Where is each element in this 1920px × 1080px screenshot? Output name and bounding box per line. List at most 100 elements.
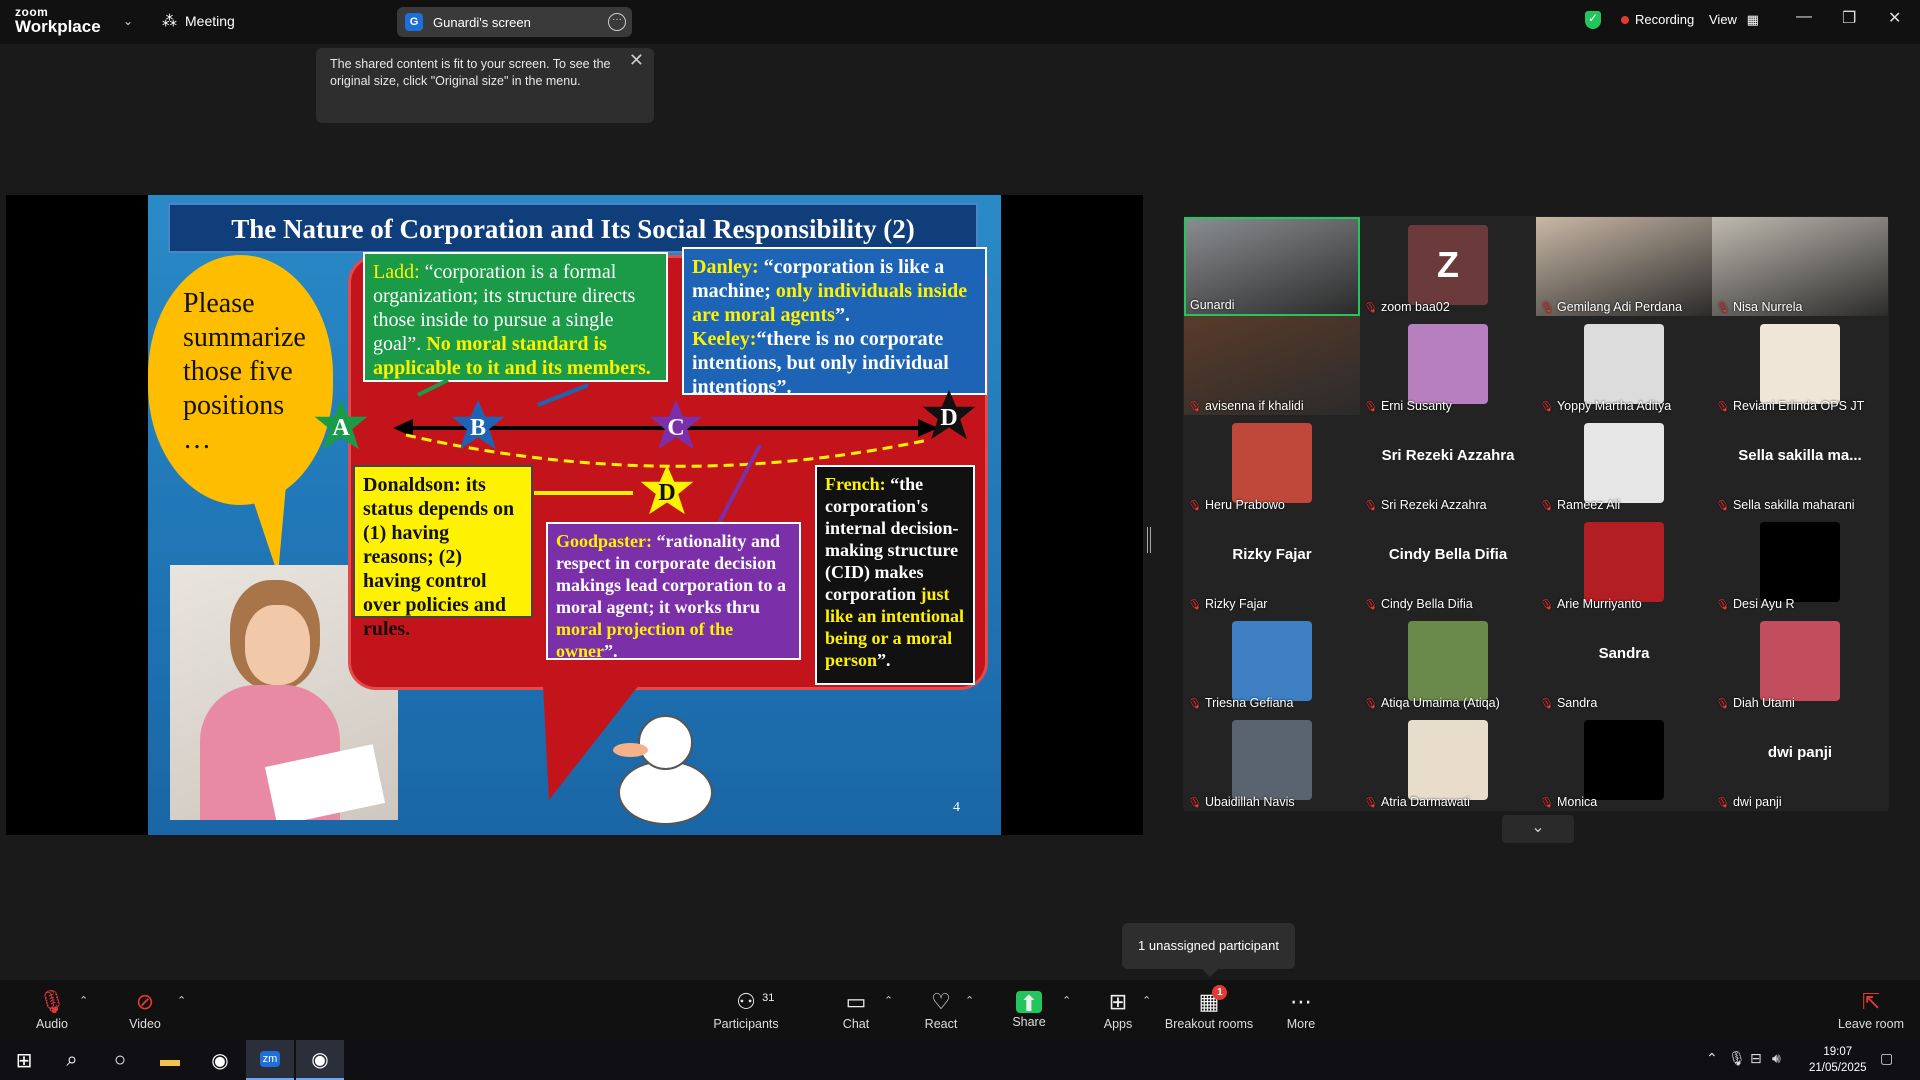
goodpaster-box: Goodpaster: “rationality and respect in … — [546, 522, 801, 661]
meeting-icon: ⁂ — [162, 13, 177, 30]
chrome-icon[interactable]: ◉ — [196, 1040, 244, 1080]
muted-microphone-icon: 🎙︎ — [1538, 695, 1556, 712]
participant-name-label: 🎙︎ Erni Susanty — [1363, 399, 1452, 414]
grid-view-icon: ▦ — [1746, 12, 1759, 27]
participant-name: Sella sakilla maharani — [1732, 498, 1855, 512]
scroll-down-chevron-icon[interactable]: ⌄ — [1502, 815, 1574, 843]
maximize-icon[interactable]: ❐ — [1842, 8, 1856, 28]
close-icon[interactable]: ✕ — [1888, 8, 1901, 28]
leave-room-button[interactable]: ⇱ Leave room — [1836, 980, 1906, 1040]
muted-microphone-icon: 🎙︎ — [1186, 497, 1204, 514]
participant-name-label: Gunardi — [1190, 298, 1234, 312]
participant-tile[interactable]: 🎙︎ Diah Utami — [1712, 613, 1888, 712]
participant-name-label: 🎙︎ Rizky Fajar — [1186, 596, 1268, 613]
apps-options-caret-icon[interactable]: ⌃ — [1142, 994, 1151, 1007]
more-button[interactable]: ⋯ More — [1278, 980, 1324, 1040]
react-options-caret-icon[interactable]: ⌃ — [965, 994, 974, 1007]
panel-resize-handle[interactable] — [1147, 527, 1151, 553]
participant-name: Triesna Gefiana — [1204, 696, 1294, 710]
meeting-toolbar: 🎙︎ Audio ⌃ ⊘ Video ⌃ ⚇ 31 Participants ▭ … — [0, 980, 1920, 1040]
participant-tile[interactable]: 🎙︎ Ubaidillah Navis — [1184, 712, 1360, 811]
participant-tile[interactable]: Z 🎙︎ zoom baa02 — [1360, 217, 1536, 316]
participant-tile[interactable]: 🎙︎ Rameez Ali — [1536, 415, 1712, 514]
close-tooltip-icon[interactable]: ✕ — [629, 51, 644, 69]
audio-options-caret-icon[interactable]: ⌃ — [79, 994, 88, 1007]
video-button[interactable]: ⊘ Video — [120, 980, 170, 1040]
share-screen-icon: ⬆ — [1016, 991, 1042, 1016]
task-view-icon[interactable]: ○ — [96, 1040, 144, 1080]
minimize-icon[interactable]: — — [1796, 8, 1812, 26]
participant-tile[interactable]: 🎙︎ Reviani Erlinda OPS JT — [1712, 316, 1888, 415]
participant-tile[interactable]: Sandra 🎙︎ Sandra — [1536, 613, 1712, 712]
participant-tile[interactable]: 🎙︎ Atiqa Umaima (Atiqa) — [1360, 613, 1536, 712]
participant-tile[interactable]: Sella sakilla ma... 🎙︎ Sella sakilla mahar… — [1712, 415, 1888, 514]
participant-tile[interactable]: 🎙︎ Nisa Nurrela — [1712, 217, 1888, 316]
react-button[interactable]: ♡ React — [918, 980, 964, 1040]
participant-tile[interactable]: Cindy Bella Difia 🎙︎ Cindy Bella Difia — [1360, 514, 1536, 613]
audio-label: Audio — [36, 1017, 68, 1031]
zoom-app-icon[interactable]: zm — [246, 1040, 294, 1080]
chevron-down-icon[interactable]: ⌄ — [123, 14, 133, 28]
participant-gallery: Gunardi Z 🎙︎ zoom baa02 🎙︎ Gemilang Adi Perda… — [1183, 216, 1889, 811]
chat-button[interactable]: ▭ Chat — [833, 980, 879, 1040]
meeting-menu[interactable]: ⁂ Meeting — [162, 12, 235, 30]
participant-avatar — [1760, 522, 1840, 602]
muted-microphone-icon: 🎙︎ — [1714, 695, 1732, 712]
share-options-caret-icon[interactable]: ⌃ — [1062, 994, 1071, 1007]
share-button[interactable]: ⬆ Share — [1006, 980, 1052, 1040]
participant-name: Diah Utami — [1732, 696, 1795, 710]
show-hidden-icons-chevron[interactable]: ⌃ — [1706, 1050, 1718, 1067]
more-options-icon[interactable]: ··· — [608, 13, 626, 31]
participant-avatar — [1408, 324, 1488, 404]
notifications-icon[interactable]: ▢ — [1880, 1050, 1893, 1067]
participant-tile[interactable]: 🎙︎ Arie Murriyanto — [1536, 514, 1712, 613]
audio-button[interactable]: 🎙︎ Audio — [27, 980, 77, 1040]
participant-tile[interactable]: 🎙︎ Erni Susanty — [1360, 316, 1536, 415]
participant-avatar — [1232, 720, 1312, 800]
muted-microphone-icon: 🎙︎ — [1362, 596, 1380, 613]
participant-tile[interactable]: 🎙︎ Atria Darmawati — [1360, 712, 1536, 811]
participant-tile[interactable]: dwi panji 🎙︎ dwi panji — [1712, 712, 1888, 811]
participant-tile[interactable]: 🎙︎ Monica — [1536, 712, 1712, 811]
apps-button[interactable]: ⊞ Apps — [1095, 980, 1141, 1040]
participant-tile[interactable]: Sri Rezeki Azzahra 🎙︎ Sri Rezeki Azzahra — [1360, 415, 1536, 514]
muted-microphone-icon: 🎙︎ — [1362, 794, 1380, 811]
participant-tile[interactable]: 🎙︎ Yoppy Martha Aditya — [1536, 316, 1712, 415]
participant-tile[interactable]: Rizky Fajar 🎙︎ Rizky Fajar — [1184, 514, 1360, 613]
encryption-shield-icon[interactable] — [1585, 11, 1601, 29]
recording-label: Recording — [1635, 12, 1695, 27]
chat-options-caret-icon[interactable]: ⌃ — [884, 994, 893, 1007]
participant-tile[interactable]: 🎙︎ Desi Ayu R — [1712, 514, 1888, 613]
microphone-tray-icon[interactable]: 🎙︎ — [1728, 1050, 1746, 1067]
participant-tile[interactable]: 🎙︎ Heru Prabowo — [1184, 415, 1360, 514]
muted-microphone-icon: 🎙︎ — [1186, 596, 1204, 613]
participant-tile[interactable]: 🎙︎ avisenna if khalidi — [1184, 316, 1360, 415]
start-windows-icon[interactable]: ⊞ — [0, 1040, 48, 1080]
video-options-caret-icon[interactable]: ⌃ — [177, 994, 186, 1007]
muted-microphone-icon: 🎙︎ — [1186, 398, 1204, 415]
network-icon[interactable]: ⊟ — [1750, 1050, 1762, 1067]
windows-taskbar: ⊞ ⌕ ○ ▬ ◉ zm ◉ ⌃ 🎙︎ ⊟ 🔊︎ 19:07 21/05/202… — [0, 1040, 1920, 1080]
participant-avatar — [1232, 423, 1312, 503]
file-explorer-icon[interactable]: ▬ — [146, 1040, 194, 1080]
participant-avatar — [1584, 324, 1664, 404]
system-clock[interactable]: 19:07 21/05/2025 — [1809, 1044, 1867, 1076]
shared-screen-pill[interactable]: G Gunardi's screen ··· — [397, 7, 632, 37]
participant-tile[interactable]: Gunardi — [1184, 217, 1360, 316]
search-icon[interactable]: ⌕ — [48, 1040, 96, 1080]
unassigned-participant-tooltip: 1 unassigned participant — [1122, 923, 1295, 977]
participant-tile[interactable]: 🎙︎ Gemilang Adi Perdana — [1536, 217, 1712, 316]
chrome-active-icon[interactable]: ◉ — [296, 1040, 344, 1080]
goodpaster-arrow — [716, 444, 762, 526]
participants-button[interactable]: ⚇ 31 Participants — [710, 980, 782, 1040]
breakout-rooms-button[interactable]: ▦ 1 Breakout rooms — [1163, 980, 1255, 1040]
video-off-icon: ⊘ — [135, 989, 155, 1014]
participant-tile[interactable]: 🎙︎ Triesna Gefiana — [1184, 613, 1360, 712]
recording-indicator[interactable]: Recording — [1621, 12, 1694, 27]
participant-name-label: 🎙︎ Atria Darmawati — [1362, 794, 1470, 811]
view-button[interactable]: View ▦ — [1709, 12, 1759, 28]
clock-date: 21/05/2025 — [1809, 1062, 1867, 1074]
participant-avatar — [1760, 324, 1840, 404]
volume-icon[interactable]: 🔊︎ — [1772, 1050, 1781, 1067]
apps-label: Apps — [1103, 1017, 1133, 1031]
